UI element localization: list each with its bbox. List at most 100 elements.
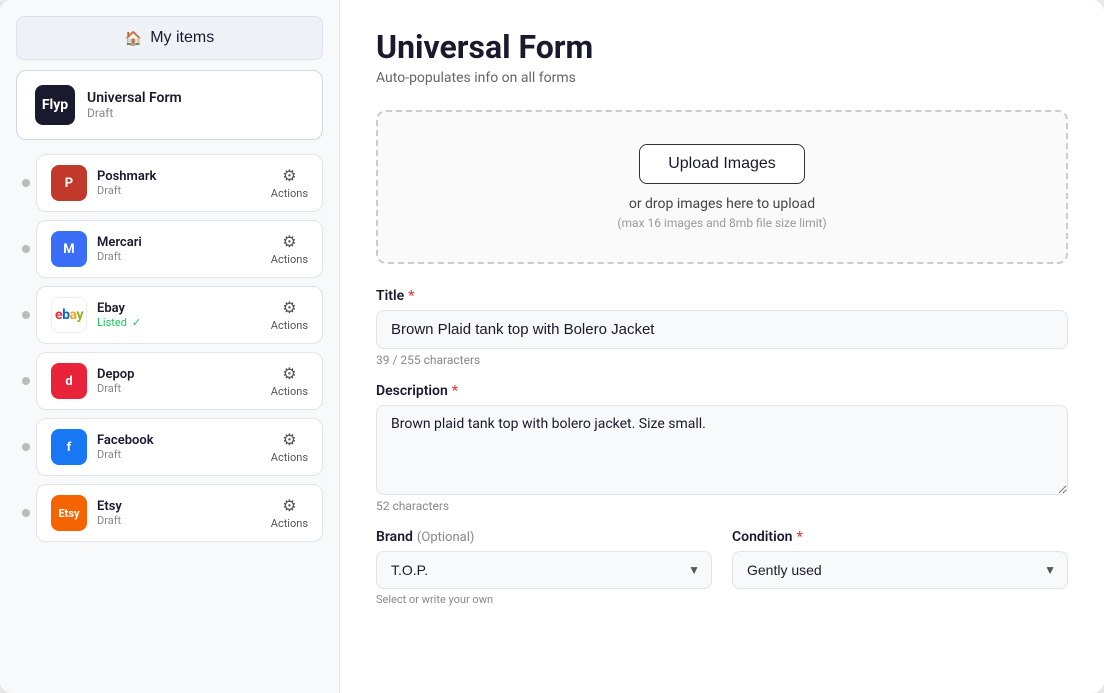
poshmark-actions-button[interactable]: ⚙ Actions [271, 166, 308, 200]
mercari-name: Mercari [97, 235, 261, 250]
platform-card-ebay[interactable]: ebay Ebay Listed ✓ ⚙ Actions [36, 286, 323, 344]
poshmark-info: Poshmark Draft [97, 169, 261, 197]
platform-row-poshmark: P Poshmark Draft ⚙ Actions [16, 154, 323, 212]
platform-row-facebook: f Facebook Draft ⚙ Actions [16, 418, 323, 476]
depop-actions-label: Actions [271, 385, 308, 398]
platform-card-etsy[interactable]: Etsy Etsy Draft ⚙ Actions [36, 484, 323, 542]
universal-form-status: Draft [87, 106, 182, 120]
brand-condition-row: Brand (Optional) T.O.P. ▼ Select or writ… [376, 529, 1068, 606]
brand-field-container: Brand (Optional) T.O.P. ▼ Select or writ… [376, 529, 712, 606]
check-icon: ✓ [132, 316, 141, 329]
facebook-actions-label: Actions [271, 451, 308, 464]
depop-status: Draft [97, 382, 261, 395]
title-required: * [408, 288, 414, 304]
upload-area[interactable]: Upload Images or drop images here to upl… [376, 110, 1068, 264]
mercari-icon: M [51, 231, 87, 267]
facebook-name: Facebook [97, 433, 261, 448]
platform-list: P Poshmark Draft ⚙ Actions M [16, 154, 323, 542]
platform-row-mercari: M Mercari Draft ⚙ Actions [16, 220, 323, 278]
upload-limit-text: (max 16 images and 8mb file size limit) [410, 216, 1034, 230]
mercari-actions-label: Actions [271, 253, 308, 266]
connector-depop [16, 377, 36, 385]
gear-icon: ⚙ [282, 430, 296, 449]
ebay-actions-button[interactable]: ⚙ Actions [271, 298, 308, 332]
description-input[interactable]: Brown plaid tank top with bolero jacket.… [376, 405, 1068, 495]
etsy-info: Etsy Draft [97, 499, 261, 527]
universal-form-info: Universal Form Draft [87, 90, 182, 120]
brand-label: Brand (Optional) [376, 529, 712, 545]
poshmark-status: Draft [97, 184, 261, 197]
ebay-name: Ebay [97, 301, 261, 316]
mercari-status: Draft [97, 250, 261, 263]
universal-form-card[interactable]: Flyp Universal Form Draft [16, 70, 323, 140]
gear-icon: ⚙ [282, 166, 296, 185]
platform-row-etsy: Etsy Etsy Draft ⚙ Actions [16, 484, 323, 542]
platform-card-mercari[interactable]: M Mercari Draft ⚙ Actions [36, 220, 323, 278]
main-content: Universal Form Auto-populates info on al… [340, 0, 1104, 693]
connector-etsy [16, 509, 36, 517]
condition-select[interactable]: Gently used New with tags New without ta… [732, 551, 1068, 589]
facebook-actions-button[interactable]: ⚙ Actions [271, 430, 308, 464]
platform-card-depop[interactable]: d Depop Draft ⚙ Actions [36, 352, 323, 410]
description-required: * [452, 383, 458, 399]
depop-actions-button[interactable]: ⚙ Actions [271, 364, 308, 398]
gear-icon: ⚙ [282, 298, 296, 317]
page-title: Universal Form [376, 28, 1068, 66]
brand-select[interactable]: T.O.P. [376, 551, 712, 589]
etsy-status: Draft [97, 514, 261, 527]
brand-optional: (Optional) [417, 530, 474, 545]
platform-row-depop: d Depop Draft ⚙ Actions [16, 352, 323, 410]
universal-form-name: Universal Form [87, 90, 182, 106]
title-char-count: 39 / 255 characters [376, 353, 1068, 367]
condition-field-container: Condition * Gently used New with tags Ne… [732, 529, 1068, 606]
platform-row-ebay: ebay Ebay Listed ✓ ⚙ Actions [16, 286, 323, 344]
condition-label: Condition * [732, 529, 1068, 545]
connector-mercari [16, 245, 36, 253]
gear-icon: ⚙ [282, 232, 296, 251]
platform-card-facebook[interactable]: f Facebook Draft ⚙ Actions [36, 418, 323, 476]
mercari-actions-button[interactable]: ⚙ Actions [271, 232, 308, 266]
depop-icon: d [51, 363, 87, 399]
upload-drop-text: or drop images here to upload [410, 196, 1034, 212]
etsy-actions-label: Actions [271, 517, 308, 530]
description-field-container: Description * Brown plaid tank top with … [376, 383, 1068, 513]
poshmark-icon: P [51, 165, 87, 201]
brand-select-wrapper: T.O.P. ▼ [376, 551, 712, 589]
depop-name: Depop [97, 367, 261, 382]
poshmark-name: Poshmark [97, 169, 261, 184]
gear-icon: ⚙ [282, 496, 296, 515]
brand-helper: Select or write your own [376, 593, 712, 606]
connector-poshmark [16, 179, 36, 187]
my-items-button[interactable]: 🏠 My items [16, 16, 323, 60]
page-subtitle: Auto-populates info on all forms [376, 70, 1068, 86]
mercari-info: Mercari Draft [97, 235, 261, 263]
sidebar: 🏠 My items Flyp Universal Form Draft P P… [0, 0, 340, 693]
depop-info: Depop Draft [97, 367, 261, 395]
platform-card-poshmark[interactable]: P Poshmark Draft ⚙ Actions [36, 154, 323, 212]
flyp-logo: Flyp [35, 85, 75, 125]
title-field-container: Title * 39 / 255 characters [376, 288, 1068, 367]
title-label: Title * [376, 288, 1068, 304]
ebay-icon: ebay [51, 297, 87, 333]
ebay-info: Ebay Listed ✓ [97, 301, 261, 329]
facebook-status: Draft [97, 448, 261, 461]
description-label: Description * [376, 383, 1068, 399]
facebook-info: Facebook Draft [97, 433, 261, 461]
app-container: 🏠 My items Flyp Universal Form Draft P P… [0, 0, 1104, 693]
condition-select-wrapper: Gently used New with tags New without ta… [732, 551, 1068, 589]
connector-facebook [16, 443, 36, 451]
ebay-status: Listed ✓ [97, 316, 261, 329]
facebook-icon: f [51, 429, 87, 465]
connector-ebay [16, 311, 36, 319]
title-input[interactable] [376, 310, 1068, 349]
poshmark-actions-label: Actions [271, 187, 308, 200]
description-char-count: 52 characters [376, 499, 1068, 513]
condition-required: * [797, 529, 803, 545]
etsy-name: Etsy [97, 499, 261, 514]
my-items-label: My items [150, 29, 214, 47]
ebay-actions-label: Actions [271, 319, 308, 332]
etsy-actions-button[interactable]: ⚙ Actions [271, 496, 308, 530]
upload-images-button[interactable]: Upload Images [639, 144, 805, 184]
home-icon: 🏠 [125, 30, 142, 47]
gear-icon: ⚙ [282, 364, 296, 383]
